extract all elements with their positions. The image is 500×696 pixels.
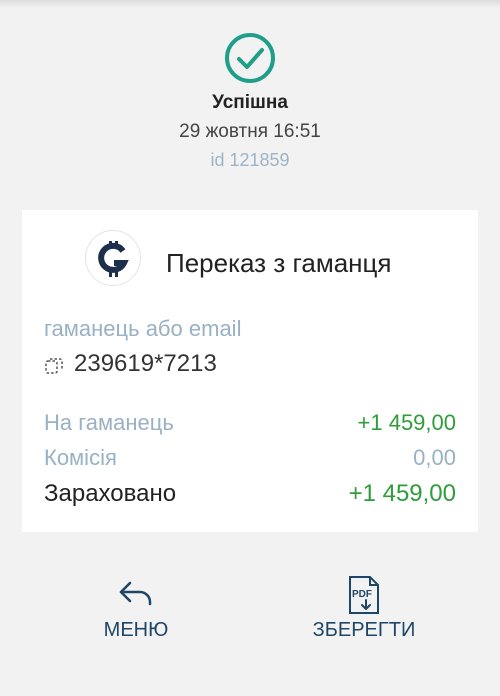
card-title: Переказ з гаманця — [166, 248, 392, 278]
copy-icon[interactable] — [44, 356, 64, 376]
svg-text:PDF: PDF — [352, 589, 372, 600]
pdf-download-icon: PDF — [349, 576, 379, 614]
gamancy-logo-icon — [85, 230, 141, 286]
top-shadow — [0, 0, 500, 8]
reply-arrow-icon — [119, 581, 152, 606]
wallet-label: гаманець або email — [44, 316, 242, 341]
credited-label: Зараховано — [44, 480, 177, 507]
to-wallet-label: На гаманець — [44, 410, 174, 435]
menu-button[interactable]: МЕНЮ — [56, 575, 216, 645]
status-date: 29 жовтня 16:51 — [179, 121, 321, 142]
credited-value: +1 459,00 — [348, 480, 456, 507]
save-button[interactable]: PDF ЗБЕРЕГТИ — [284, 575, 444, 645]
fee-label: Комісія — [44, 445, 117, 470]
transaction-card: Переказ з гаманця гаманець або email 239… — [22, 210, 478, 532]
save-button-label: ЗБЕРЕГТИ — [312, 619, 416, 641]
status-title: Успішна — [212, 92, 288, 113]
check-circle-icon — [225, 33, 275, 83]
menu-button-label: МЕНЮ — [103, 619, 169, 641]
to-wallet-value: +1 459,00 — [357, 410, 456, 435]
fee-value: 0,00 — [413, 445, 456, 470]
wallet-value: 239619*7213 — [74, 350, 217, 377]
transaction-id: id 121859 — [210, 150, 290, 170]
